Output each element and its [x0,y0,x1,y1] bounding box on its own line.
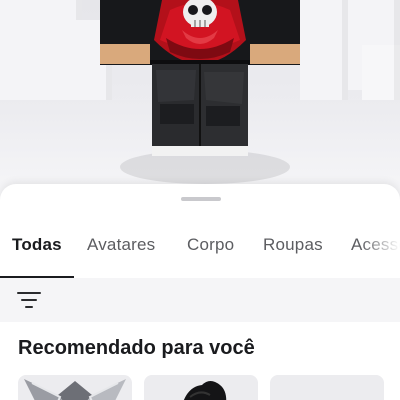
tab-avatares[interactable]: Avatares [87,235,155,255]
tab-roupas[interactable]: Roupas [263,235,323,255]
section-title: Recomendado para você [18,337,255,359]
recommended-item-card[interactable] [18,375,132,400]
tabs-overflow-fade [360,224,400,276]
background-block [300,0,348,108]
avatar-figure[interactable] [100,0,300,165]
avatar-preview[interactable] [0,0,400,200]
category-tabs: Todas Avatares Corpo Roupas Acessórios [0,224,400,278]
filter-icon [17,292,41,308]
catalog-sheet: Todas Avatares Corpo Roupas Acessórios R… [0,184,400,400]
filter-button[interactable] [14,286,44,314]
filter-bar [0,278,400,322]
tab-corpo[interactable]: Corpo [187,235,234,255]
recommended-item-card[interactable] [270,375,384,400]
hair-thumbnail [183,381,227,400]
drag-handle[interactable] [181,197,221,201]
wings-thumbnail [24,379,126,400]
recommended-item-card[interactable] [144,375,258,400]
tab-todas[interactable]: Todas [12,235,62,255]
